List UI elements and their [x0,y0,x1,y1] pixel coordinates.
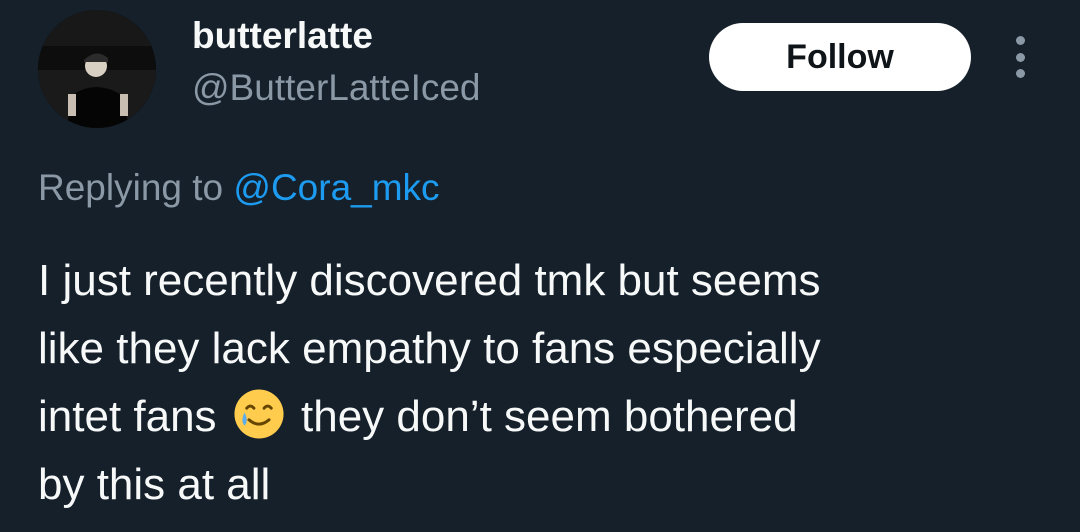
tweet-line: like they lack empathy to fans especiall… [38,324,821,373]
smiling-face-with-tear-emoji [234,389,284,439]
tweet-line: I just recently discovered tmk but seems [38,256,821,305]
dot-icon [1015,52,1025,62]
tweet-line: by this at all [38,460,271,509]
tweet-text-segment: they don’t seem bothered [288,392,798,441]
tweet-line: intet fans they don’t seem bothered [38,383,1048,451]
mention-link[interactable]: @Cora_mkc [233,167,439,208]
dot-icon [1015,69,1025,78]
tweet-text-segment: intet fans [38,392,229,441]
user-handle[interactable]: @ButterLatteIced [192,66,481,110]
avatar[interactable] [38,10,156,128]
replying-to-label: Replying to [38,167,234,208]
follow-button[interactable]: Follow [709,23,971,91]
replying-to-line: Replying to @Cora_mkc [38,166,440,210]
dot-icon [1015,36,1025,45]
more-vertical-icon[interactable] [1006,36,1034,78]
avatar-image [38,10,156,128]
tweet-text: I just recently discovered tmk but seems… [38,247,1048,519]
display-name[interactable]: butterlatte [192,14,373,58]
